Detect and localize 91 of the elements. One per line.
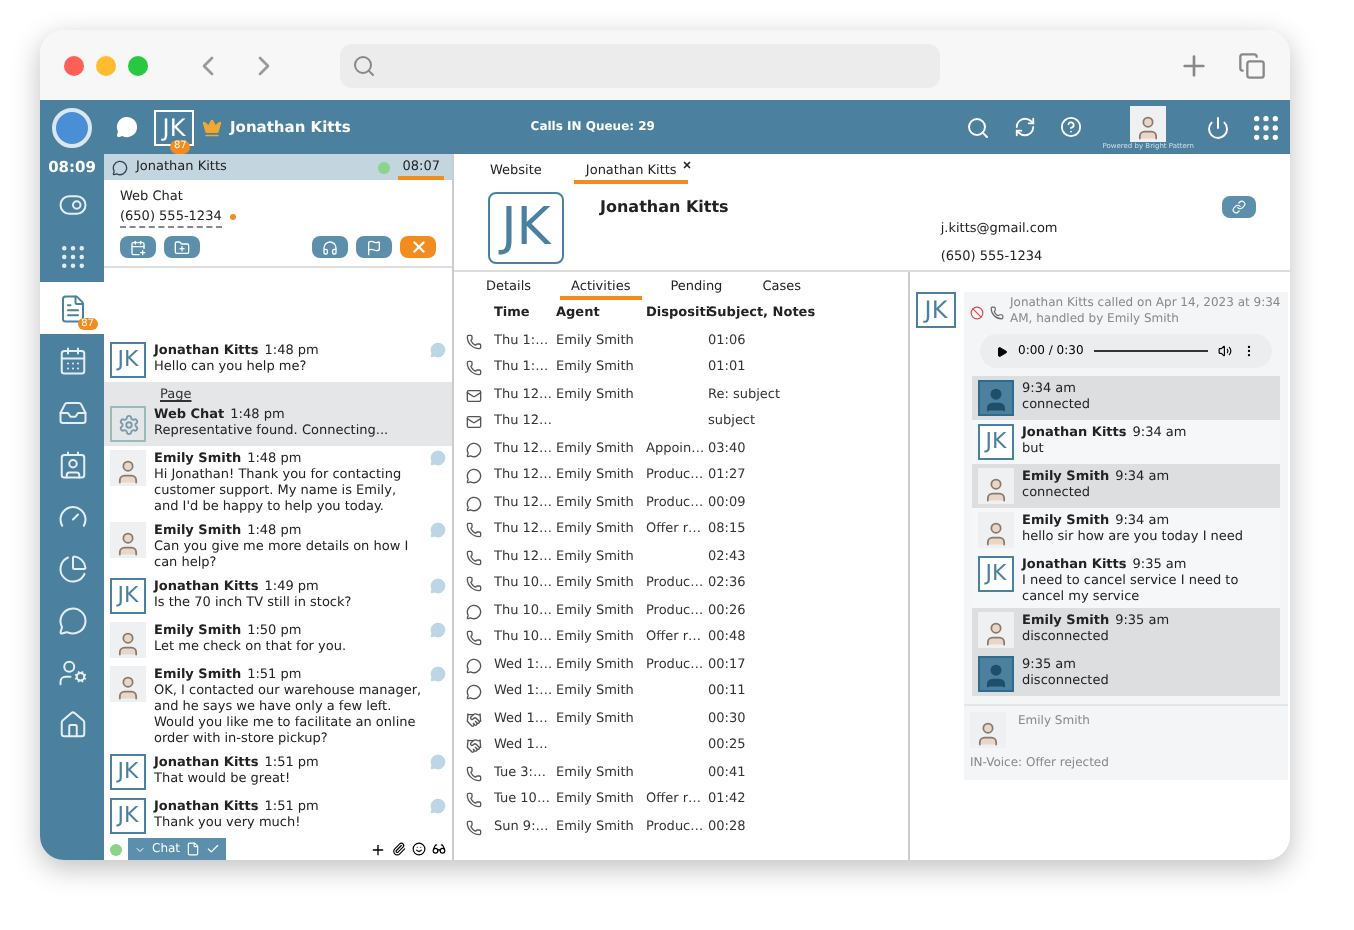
glasses-icon[interactable] — [432, 842, 446, 856]
power-icon[interactable] — [1206, 115, 1230, 139]
flag-icon — [366, 239, 382, 255]
speech-bubble-icon — [430, 666, 446, 682]
folder-button[interactable] — [164, 236, 200, 258]
contact-avatar: JK — [488, 192, 564, 264]
agent-avatar — [970, 712, 1006, 748]
search-icon[interactable] — [966, 115, 991, 139]
speech-bubble-icon — [430, 522, 446, 538]
phone-icon — [466, 360, 482, 377]
contact-avatar: JK — [110, 342, 146, 378]
chat-icon — [57, 605, 87, 636]
close-button[interactable] — [400, 236, 436, 258]
caret-icon — [134, 843, 146, 855]
calendar-icon — [57, 345, 87, 376]
check-icon — [206, 842, 221, 856]
phone-icon — [466, 549, 482, 566]
home-icon — [57, 709, 87, 740]
grid-icon — [57, 241, 87, 272]
user-avatar — [978, 380, 1014, 416]
contact-name: Jonathan Kitts — [600, 196, 729, 220]
search-icon — [352, 53, 376, 77]
speech-bubble-icon — [430, 450, 446, 466]
link-icon — [1232, 200, 1246, 214]
folder-plus-icon — [174, 239, 190, 255]
speech-bubble-icon — [430, 798, 446, 814]
flag-button[interactable] — [356, 236, 392, 258]
tabs-icon[interactable] — [1238, 51, 1266, 79]
handshake-icon — [466, 738, 482, 755]
chat-icon — [112, 159, 128, 175]
agent-avatar — [110, 622, 146, 658]
close-window-button[interactable] — [64, 55, 84, 75]
phone-icon — [990, 306, 1004, 320]
blocked-icon — [970, 306, 984, 320]
speech-bubble-icon — [430, 342, 446, 358]
status-indicator[interactable] — [52, 107, 92, 147]
phone-icon — [466, 765, 482, 782]
agent-avatar — [110, 522, 146, 558]
maximize-window-button[interactable] — [128, 55, 148, 75]
emoji-icon[interactable] — [412, 842, 426, 856]
contact-avatar: JK — [978, 424, 1014, 460]
system-avatar — [110, 406, 146, 442]
chat-icon — [116, 116, 138, 138]
agent-avatar — [978, 468, 1014, 504]
contact-avatar: JK — [978, 556, 1014, 592]
play-icon — [996, 345, 1008, 357]
close-icon[interactable] — [682, 160, 693, 170]
crown-icon — [202, 117, 222, 137]
headset-icon — [322, 239, 338, 255]
volume-icon — [1218, 344, 1232, 358]
chat-icon — [466, 603, 482, 620]
file-icon — [186, 842, 201, 856]
contact-avatar: JK — [110, 798, 146, 834]
attachment-icon[interactable] — [392, 842, 406, 856]
phone-icon — [466, 630, 482, 647]
agent-avatar — [110, 666, 146, 702]
tray-icon — [57, 397, 87, 428]
contact-avatar: JK — [916, 292, 956, 328]
user-avatar — [978, 656, 1014, 692]
close-icon — [409, 238, 427, 256]
headset-button[interactable] — [312, 236, 348, 258]
phone-icon — [466, 576, 482, 593]
apps-menu-icon[interactable] — [1250, 111, 1282, 143]
toggle-icon — [57, 189, 87, 220]
contact-card-icon — [57, 449, 87, 480]
speech-bubble-icon — [430, 622, 446, 638]
handshake-icon — [466, 711, 482, 728]
phone-icon — [466, 792, 482, 809]
phone-icon — [466, 333, 482, 350]
more-icon — [1242, 344, 1256, 358]
phone-icon — [466, 522, 482, 539]
calendar-plus-icon — [130, 239, 146, 255]
contact-avatar: JK — [110, 754, 146, 790]
speech-bubble-icon — [430, 578, 446, 594]
user-settings-icon — [57, 657, 87, 688]
link-button[interactable] — [1222, 196, 1256, 218]
help-icon[interactable] — [1060, 116, 1083, 138]
agent-avatar — [1130, 105, 1167, 141]
mail-icon — [466, 387, 482, 404]
contact-avatar: JK — [110, 578, 146, 614]
pie-chart-icon — [57, 553, 87, 584]
refresh-icon[interactable] — [1014, 116, 1037, 138]
schedule-button[interactable] — [120, 236, 156, 258]
agent-avatar — [110, 450, 146, 486]
add-icon[interactable] — [370, 841, 386, 857]
phone-icon — [466, 819, 482, 836]
agent-avatar — [978, 612, 1014, 648]
gauge-icon — [57, 501, 87, 532]
new-tab-icon[interactable] — [1178, 49, 1210, 81]
mail-icon — [466, 414, 482, 431]
speech-bubble-icon — [430, 754, 446, 770]
